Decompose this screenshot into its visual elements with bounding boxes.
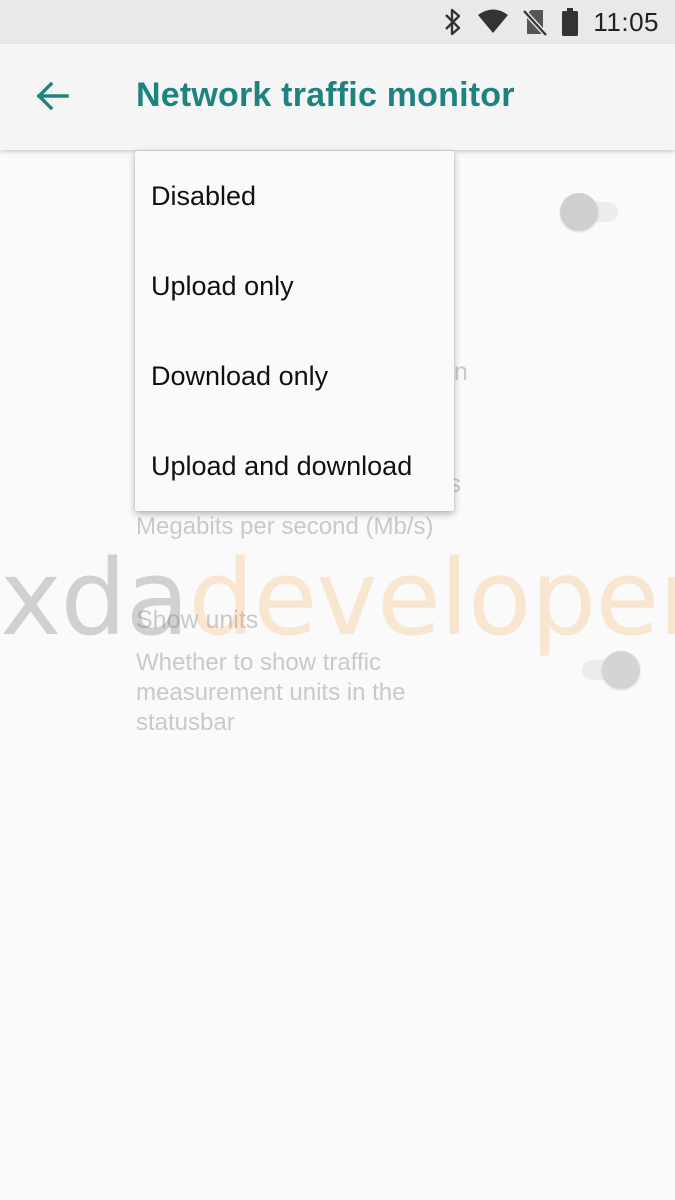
summary-line: Whether to show traffic (136, 649, 381, 676)
switch-thumb (560, 193, 598, 231)
wifi-icon (477, 9, 509, 35)
dropdown-menu: Disabled Upload only Download only Uploa… (135, 151, 454, 511)
setting-row-1-switch[interactable] (560, 192, 624, 232)
setting-row-3-title: Show units (136, 606, 259, 634)
setting-row-3-switch[interactable] (576, 650, 640, 690)
menu-item-disabled[interactable]: Disabled (135, 151, 454, 241)
setting-row-3-summary: Whether to show traffic measurement unit… (136, 648, 405, 738)
status-icons: 11:05 (443, 6, 659, 38)
menu-item-upload-and-download[interactable]: Upload and download (135, 421, 454, 511)
setting-row-3[interactable]: Show units Whether to show traffic measu… (0, 600, 675, 740)
menu-item-upload-only[interactable]: Upload only (135, 241, 454, 331)
arrow-left-icon (35, 81, 69, 116)
menu-item-download-only[interactable]: Download only (135, 331, 454, 421)
summary-line: statusbar (136, 709, 235, 736)
status-bar: 11:05 (0, 0, 675, 44)
page-title: Network traffic monitor (136, 76, 515, 114)
no-sim-icon (523, 8, 548, 36)
screen: 11:05 Network traffic monitor en its Meg… (0, 0, 675, 1200)
switch-thumb (602, 651, 640, 689)
bluetooth-icon (443, 8, 463, 36)
status-time: 11:05 (593, 6, 659, 37)
app-bar: Network traffic monitor (0, 44, 675, 150)
summary-line: measurement units in the (136, 679, 406, 706)
setting-row-2-summary: Megabits per second (Mb/s) (136, 513, 434, 540)
back-button[interactable] (22, 68, 82, 128)
battery-icon (561, 7, 579, 37)
